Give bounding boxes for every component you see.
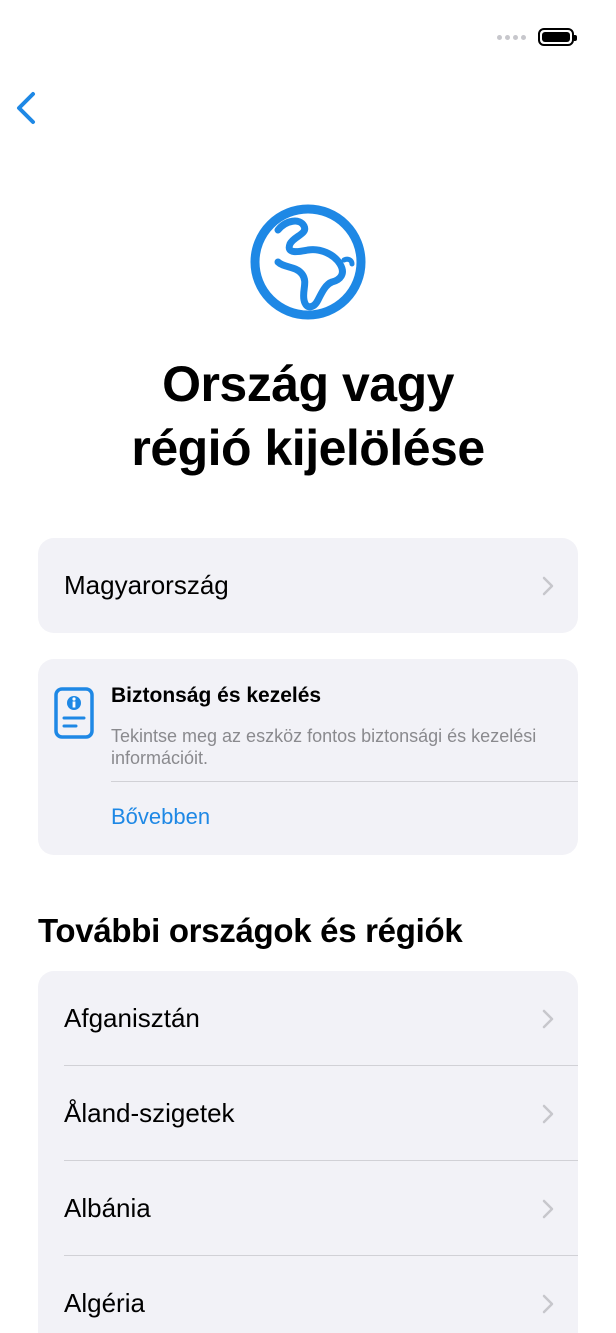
back-button[interactable] xyxy=(12,88,42,128)
chevron-right-icon xyxy=(542,576,554,595)
list-item-label: Algéria xyxy=(64,1288,145,1318)
safety-info-card: Biztonság és kezelés Tekintse meg az esz… xyxy=(38,659,578,855)
list-item-label: Åland-szigetek xyxy=(64,1098,235,1128)
safety-info-description: Tekintse meg az eszköz fontos biztonsági… xyxy=(111,726,537,768)
chevron-right-icon xyxy=(542,1199,554,1218)
chevron-right-icon xyxy=(542,1294,554,1313)
selected-region-card: Magyarország xyxy=(38,538,578,633)
chevron-right-icon xyxy=(542,1009,554,1028)
region-list: Afganisztán Åland-szigetek Albánia Algér… xyxy=(38,971,578,1333)
info-document-icon xyxy=(54,687,94,739)
globe-icon xyxy=(250,204,366,320)
chevron-right-icon xyxy=(542,1104,554,1123)
battery-icon xyxy=(538,28,577,46)
list-item[interactable]: Algéria xyxy=(38,1256,578,1333)
section-header-more-regions: További országok és régiók xyxy=(38,912,463,949)
safety-info-title: Biztonság és kezelés xyxy=(111,684,322,707)
list-item[interactable]: Albánia xyxy=(38,1161,578,1256)
selected-region-row[interactable]: Magyarország xyxy=(38,538,578,633)
page-title: Ország vagy régió kijelölése xyxy=(131,356,485,476)
divider xyxy=(111,781,578,782)
list-item-label: Albánia xyxy=(64,1193,151,1223)
chevron-left-icon xyxy=(17,92,35,124)
list-item-label: Afganisztán xyxy=(64,1003,200,1033)
learn-more-link[interactable]: Bővebben xyxy=(111,804,210,830)
status-bar xyxy=(497,28,577,46)
list-item[interactable]: Åland-szigetek xyxy=(38,1066,578,1161)
signal-indicator-icon xyxy=(497,34,526,40)
selected-region-label: Magyarország xyxy=(64,570,229,600)
battery-fill xyxy=(542,32,570,42)
list-item[interactable]: Afganisztán xyxy=(38,971,578,1066)
